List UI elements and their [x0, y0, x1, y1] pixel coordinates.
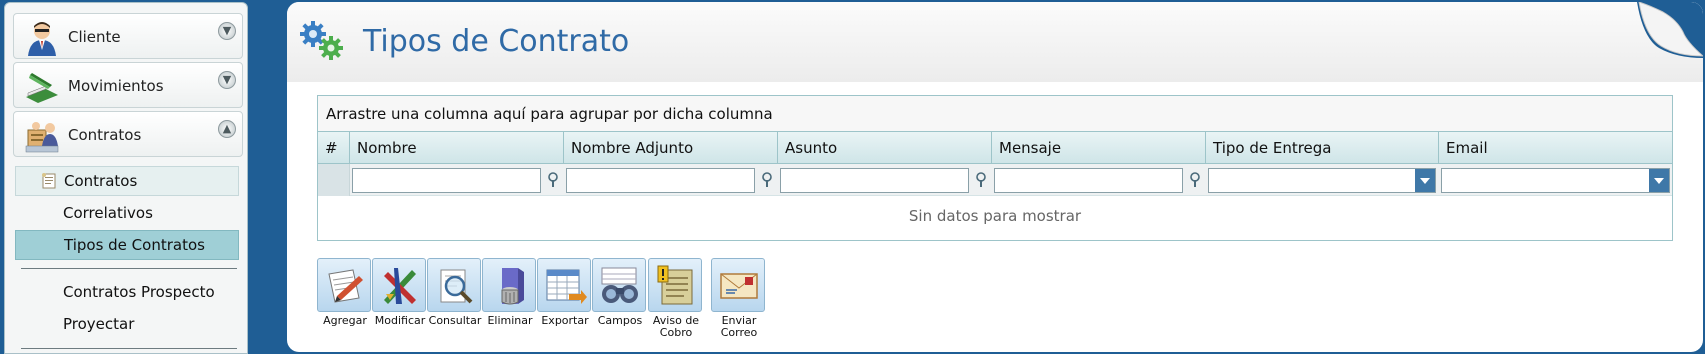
sidebar-section-label: Movimientos — [68, 77, 164, 95]
sidebar-item-contratos-prospecto[interactable]: Contratos Prospecto — [15, 277, 239, 307]
chevron-down-icon[interactable] — [1649, 169, 1669, 192]
eliminar-label: Eliminar — [487, 314, 533, 327]
filter-cell-index — [318, 164, 350, 196]
sidebar-item-contratos[interactable]: Contratos — [15, 166, 239, 196]
filter-dropdown-email[interactable] — [1441, 168, 1670, 193]
sidebar-divider — [21, 348, 237, 349]
gears-icon — [300, 21, 343, 60]
sidebar-section-label: Contratos — [68, 126, 142, 144]
agregar-button-face[interactable] — [317, 258, 371, 312]
chevron-down-icon[interactable] — [1415, 169, 1435, 192]
column-header-label: Nombre Adjunto — [571, 139, 694, 157]
expand-icon[interactable]: ▼ — [218, 71, 236, 89]
user-icon — [28, 22, 56, 56]
trash-icon — [501, 268, 524, 305]
column-header-asunto[interactable]: Asunto — [778, 132, 992, 164]
filter-input-nombre[interactable] — [352, 168, 541, 193]
column-header-email[interactable]: Email — [1439, 132, 1672, 164]
aviso-de-cobro-label: Aviso de Cobro — [652, 314, 700, 339]
grid-empty-message: Sin datos para mostrar — [908, 207, 1082, 225]
export-sheet-icon — [546, 269, 587, 304]
sidebar-item-label: Contratos Prospecto — [63, 283, 215, 301]
sidebar-item-correlativos[interactable]: Correlativos — [15, 198, 239, 228]
page-curl-decoration — [1637, 2, 1703, 58]
filter-input-mensaje[interactable] — [994, 168, 1183, 193]
modificar-button-face[interactable] — [372, 258, 426, 312]
consultar-label: Consultar — [428, 314, 482, 327]
filter-dropdown-tipo-de-entrega[interactable] — [1208, 168, 1436, 193]
filter-icon[interactable] — [546, 172, 560, 188]
column-header-mensaje[interactable]: Mensaje — [992, 132, 1206, 164]
filter-input-asunto[interactable] — [780, 168, 969, 193]
campos-button-face[interactable] — [592, 258, 646, 312]
sidebar-item-label: Tipos de Contratos — [64, 236, 205, 254]
sidebar: Cliente ▼ Movimientos ▼ Contratos ▲ Cont… — [0, 0, 250, 354]
sidebar-section-contratos[interactable]: Contratos ▲ — [13, 111, 243, 157]
filter-icon[interactable] — [1188, 172, 1202, 188]
group-by-hint: Arrastre una columna aquí para agrupar p… — [326, 105, 773, 123]
exportar-button[interactable]: Exportar — [537, 258, 593, 327]
consultar-button[interactable]: Consultar — [427, 258, 483, 327]
sidebar-item-proyectar[interactable]: Proyectar — [15, 309, 239, 339]
column-header-label: Email — [1446, 139, 1488, 157]
filter-input-nombre-adjunto[interactable] — [566, 168, 755, 193]
magnifier-icon — [440, 269, 473, 304]
binoculars-icon — [601, 267, 638, 303]
column-header-nombre-adjunto[interactable]: Nombre Adjunto — [564, 132, 778, 164]
column-header-tipo-de-entrega[interactable]: Tipo de Entrega — [1206, 132, 1439, 164]
agregar-button[interactable]: Agregar — [317, 258, 373, 327]
main-panel: Tipos de Contrato Arrastre una columna a… — [287, 2, 1703, 352]
document-icon — [42, 173, 56, 189]
campos-button[interactable]: Campos — [592, 258, 648, 327]
sidebar-section-cliente[interactable]: Cliente ▼ — [13, 13, 243, 59]
consultar-button-face[interactable] — [427, 258, 481, 312]
agregar-label: Agregar — [323, 314, 367, 327]
modificar-label: Modificar — [374, 314, 426, 327]
contracts-icon — [25, 122, 59, 153]
column-header-label: Nombre — [357, 139, 417, 157]
column-header-label: Asunto — [785, 139, 838, 157]
campos-label: Campos — [597, 314, 643, 327]
modificar-button[interactable]: Modificar — [372, 258, 428, 327]
sidebar-item-tipos-de-contratos[interactable]: Tipos de Contratos — [15, 230, 239, 260]
group-by-panel[interactable]: Arrastre una columna aquí para agrupar p… — [318, 96, 1672, 132]
grid-filter-row — [318, 164, 1672, 196]
sidebar-divider — [21, 268, 237, 269]
sidebar-section-movimientos[interactable]: Movimientos ▼ — [13, 62, 243, 108]
notice-icon — [657, 265, 693, 305]
exportar-button-face[interactable] — [537, 258, 591, 312]
aviso-de-cobro-button-face[interactable] — [648, 258, 702, 312]
sidebar-section-label: Cliente — [68, 28, 121, 46]
aviso-de-cobro-button[interactable]: Aviso de Cobro — [648, 258, 704, 339]
enviar-correo-label: Enviar Correo — [720, 314, 758, 339]
envelope-icon — [720, 273, 758, 299]
exportar-label: Exportar — [541, 314, 589, 327]
enviar-correo-button-face[interactable] — [711, 258, 765, 312]
filter-icon[interactable] — [974, 172, 988, 188]
expand-icon[interactable]: ▼ — [218, 22, 236, 40]
filter-icon[interactable] — [760, 172, 774, 188]
sidebar-item-label: Proyectar — [63, 315, 135, 333]
scanner-icon — [26, 73, 58, 103]
page-title: Tipos de Contrato — [363, 24, 630, 59]
enviar-correo-button[interactable]: Enviar Correo — [711, 258, 767, 339]
add-document-icon — [328, 269, 363, 303]
column-header-label: Tipo de Entrega — [1213, 139, 1332, 157]
eliminar-button-face[interactable] — [482, 258, 536, 312]
data-grid: Arrastre una columna aquí para agrupar p… — [317, 95, 1673, 241]
sidebar-item-label: Correlativos — [63, 204, 153, 222]
sidebar-item-label: Contratos — [64, 172, 138, 190]
collapse-icon[interactable]: ▲ — [218, 120, 236, 138]
column-header-nombre[interactable]: Nombre — [350, 132, 564, 164]
eliminar-button[interactable]: Eliminar — [482, 258, 538, 327]
grid-header-row: # Nombre Nombre Adjunto Asunto Mensaje T… — [318, 132, 1672, 164]
edit-pencils-icon — [384, 268, 416, 304]
page-header: Tipos de Contrato — [287, 2, 1703, 82]
sidebar-panel: Cliente ▼ Movimientos ▼ Contratos ▲ Cont… — [4, 2, 248, 354]
column-header-label: Mensaje — [999, 139, 1062, 157]
column-header-label: # — [325, 139, 338, 157]
action-toolbar: Agregar Modificar Consultar Eliminar Exp… — [317, 258, 817, 348]
column-header-index[interactable]: # — [318, 132, 350, 164]
